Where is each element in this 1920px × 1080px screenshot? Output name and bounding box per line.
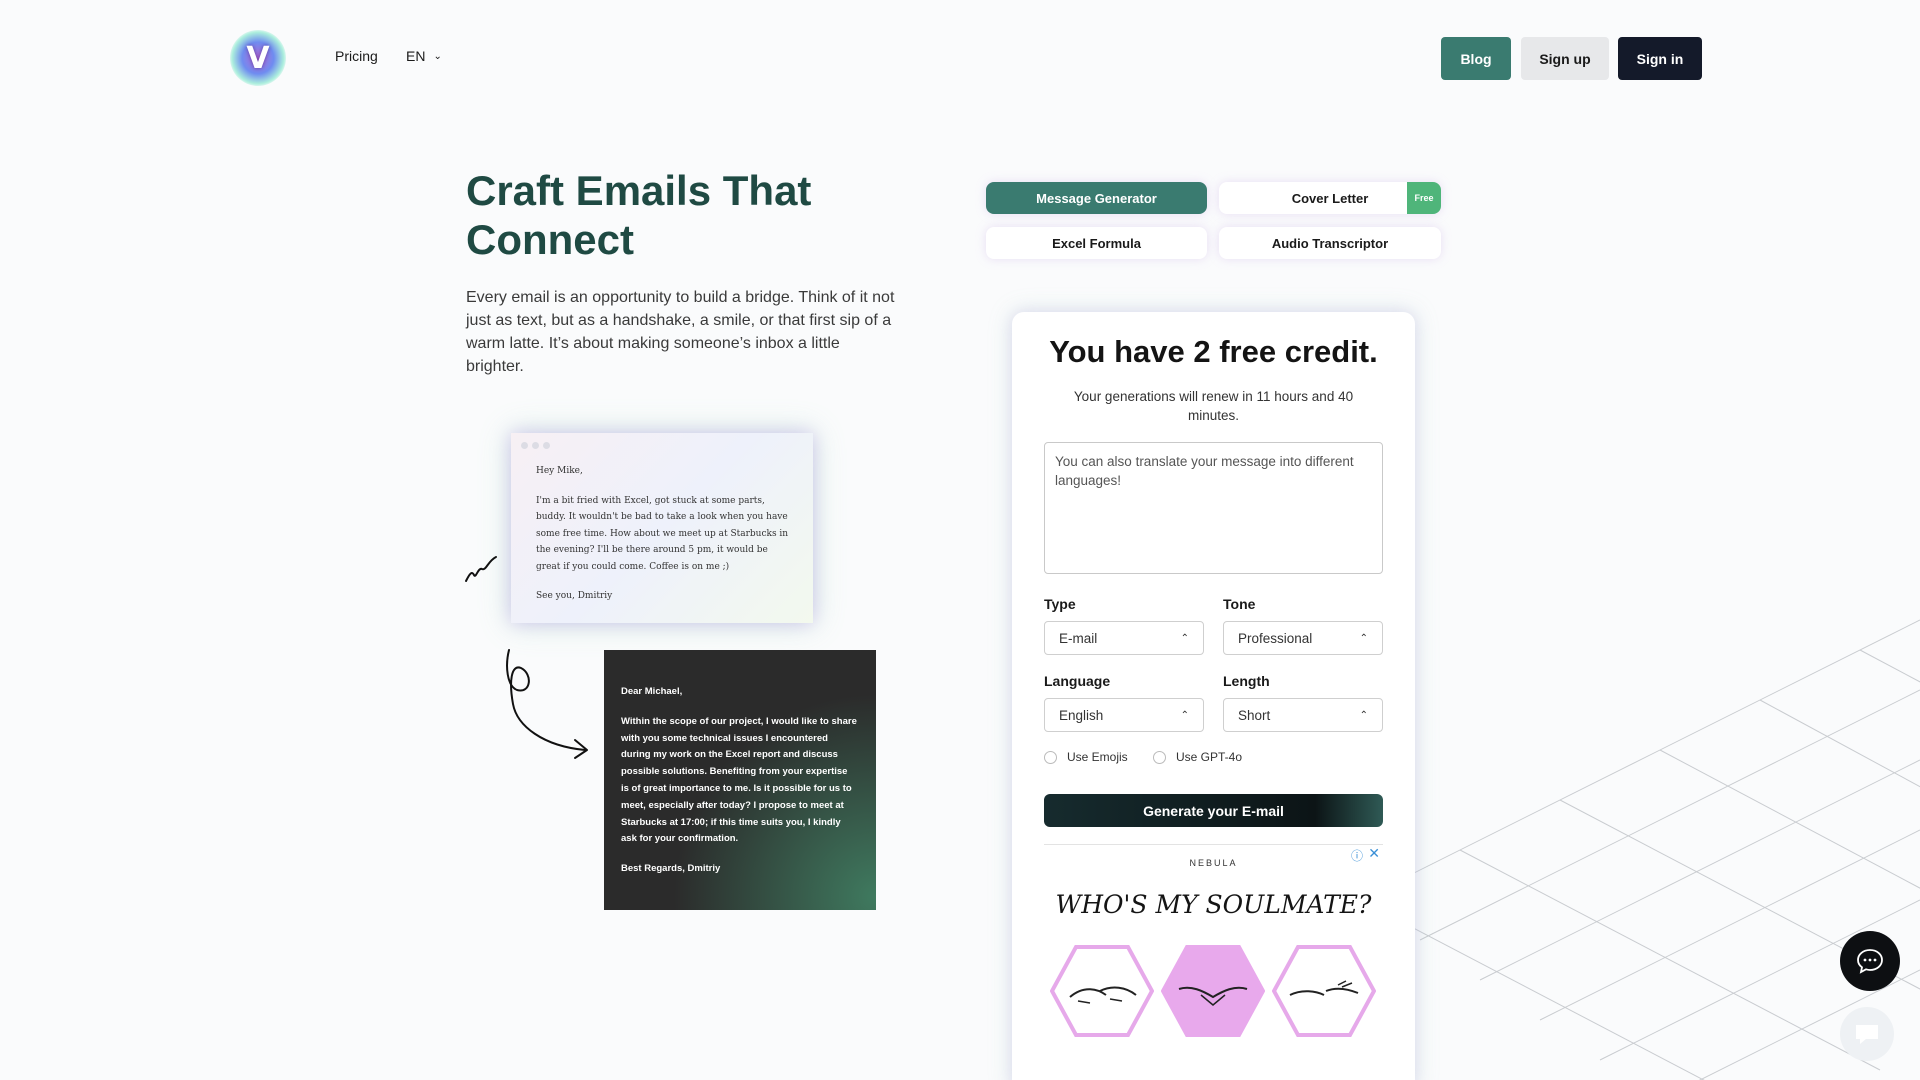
use-gpt-checkbox[interactable] bbox=[1153, 750, 1166, 764]
handshake-hexagon-icon bbox=[1161, 945, 1265, 1037]
logo-letter: V bbox=[246, 40, 270, 76]
language-select[interactable]: English ⌃ bbox=[1044, 698, 1204, 732]
arrow-doodle bbox=[506, 649, 588, 759]
hands-hexagon-icon bbox=[1050, 945, 1154, 1037]
casual-greeting: Hey Mike, bbox=[536, 466, 583, 476]
language-selector[interactable]: EN ⌄ bbox=[406, 48, 442, 64]
type-value: E-mail bbox=[1059, 630, 1098, 646]
casual-signoff: See you, Dmitriy bbox=[536, 591, 613, 601]
tab-excel-formula[interactable]: Excel Formula bbox=[986, 227, 1207, 259]
length-label: Length bbox=[1223, 673, 1270, 689]
background-grid bbox=[1360, 619, 1920, 1080]
formal-email-example: Dear Michael, Within the scope of our pr… bbox=[604, 650, 876, 910]
language-value: English bbox=[1059, 707, 1104, 723]
generator-panel: You have 2 free credit. Your generations… bbox=[1012, 312, 1415, 1080]
tab-cover-letter[interactable]: Cover Letter Free bbox=[1219, 182, 1441, 214]
formal-greeting: Dear Michael, bbox=[621, 686, 683, 697]
tone-label: Tone bbox=[1223, 596, 1256, 612]
use-emojis-checkbox[interactable] bbox=[1044, 750, 1057, 764]
type-label: Type bbox=[1044, 596, 1076, 612]
tab-message-generator[interactable]: Message Generator bbox=[986, 182, 1207, 214]
ad-brand: NEBULA bbox=[1189, 858, 1238, 868]
use-gpt-option[interactable]: Use GPT-4o bbox=[1153, 750, 1242, 764]
ad-headline: WHO'S MY SOULMATE? bbox=[1055, 890, 1372, 919]
casual-body: I'm a bit fried with Excel, got stuck at… bbox=[536, 495, 789, 572]
sign-in-button[interactable]: Sign in bbox=[1618, 37, 1702, 80]
tab-audio-transcriptor[interactable]: Audio Transcriptor bbox=[1219, 227, 1441, 259]
squiggle-doodle bbox=[465, 556, 497, 582]
page-title: Craft Emails That Connect bbox=[466, 167, 812, 263]
message-icon bbox=[1856, 1025, 1878, 1044]
chevron-up-icon: ⌃ bbox=[1180, 632, 1189, 644]
chat-launcher-button[interactable] bbox=[1840, 931, 1900, 991]
language-field-label: Language bbox=[1044, 673, 1111, 689]
chevron-up-icon: ⌃ bbox=[1180, 709, 1189, 721]
nav-pricing-link[interactable]: Pricing bbox=[335, 48, 378, 64]
tone-select[interactable]: Professional ⌃ bbox=[1223, 621, 1383, 655]
credits-title: You have 2 free credit. bbox=[1049, 334, 1378, 369]
secondary-chat-button[interactable] bbox=[1840, 1007, 1894, 1061]
type-select[interactable]: E-mail ⌃ bbox=[1044, 621, 1204, 655]
formal-signoff: Best Regards, Dmitriy bbox=[621, 863, 721, 875]
length-select[interactable]: Short ⌃ bbox=[1223, 698, 1383, 732]
hero-description: Every email is an opportunity to build a… bbox=[466, 289, 895, 375]
chevron-up-icon: ⌃ bbox=[1359, 632, 1368, 644]
casual-email-example: Hey Mike, I'm a bit fried with Excel, go… bbox=[511, 433, 813, 623]
blog-button[interactable]: Blog bbox=[1441, 37, 1511, 80]
free-badge: Free bbox=[1407, 182, 1441, 214]
top-header: V Pricing EN ⌄ Blog Sign up Sign in bbox=[0, 0, 1920, 120]
brand-logo[interactable]: V bbox=[230, 30, 286, 86]
chat-bubble-icon bbox=[1857, 949, 1883, 974]
advertisement[interactable]: ⓘ ✕ NEBULA WHO'S MY SOULMATE? bbox=[1044, 844, 1383, 1080]
chevron-down-icon: ⌄ bbox=[433, 50, 442, 62]
message-input[interactable] bbox=[1044, 442, 1383, 574]
tab-cover-letter-label: Cover Letter bbox=[1291, 190, 1369, 206]
length-value: Short bbox=[1238, 707, 1271, 723]
window-dots bbox=[521, 442, 550, 449]
generate-email-button[interactable]: Generate your E-mail bbox=[1044, 794, 1383, 827]
sign-up-button[interactable]: Sign up bbox=[1521, 37, 1609, 80]
renewal-subtitle: Your generations will renew in 11 hours … bbox=[1073, 389, 1354, 423]
chevron-up-icon: ⌃ bbox=[1359, 709, 1368, 721]
use-emojis-label: Use Emojis bbox=[1067, 750, 1128, 764]
reaching-hands-hexagon-icon bbox=[1272, 945, 1376, 1037]
tone-value: Professional bbox=[1238, 630, 1313, 646]
language-label: EN bbox=[406, 48, 426, 64]
formal-body: Within the scope of our project, I would… bbox=[621, 715, 857, 845]
use-gpt-label: Use GPT-4o bbox=[1176, 750, 1243, 764]
use-emojis-option[interactable]: Use Emojis bbox=[1044, 750, 1128, 764]
